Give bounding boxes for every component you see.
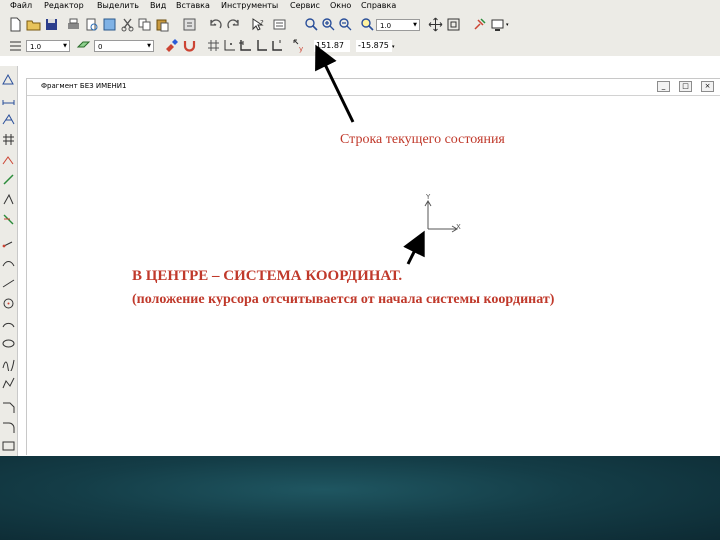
coordinate-system-note: (положение курсора отсчитывается от нача… — [132, 292, 555, 307]
round-icon[interactable] — [270, 38, 285, 53]
zoom-in-icon[interactable] — [321, 17, 336, 32]
cut-icon[interactable] — [120, 17, 135, 32]
measure-icon[interactable] — [1, 172, 16, 187]
undo-icon[interactable] — [208, 17, 223, 32]
cursor-coordinates-icon[interactable]: y — [292, 38, 307, 53]
toolbar-options-icon[interactable]: ▾ — [506, 22, 514, 30]
close-button[interactable]: × — [701, 81, 714, 92]
layer-value: 0 — [98, 43, 103, 51]
menu-editor[interactable]: Редактор — [44, 1, 84, 10]
chevron-down-icon[interactable]: ▼ — [145, 41, 153, 51]
line-style-value: 1.0 — [30, 43, 42, 51]
svg-text:?: ? — [260, 19, 264, 27]
ortho-icon[interactable] — [238, 38, 253, 53]
svg-text:y: y — [299, 45, 303, 53]
properties-icon[interactable] — [102, 17, 117, 32]
rebuild-icon[interactable] — [472, 17, 487, 32]
cursor-x-field[interactable]: 151.87 — [314, 40, 350, 52]
manager-icon[interactable] — [272, 17, 287, 32]
menu-bar: Файл Редактор Выделить Вид Вставка Инстр… — [0, 0, 720, 14]
circle-icon[interactable] — [1, 296, 16, 311]
line-style-select[interactable]: 1.0 ▼ — [26, 40, 70, 52]
zoom-scale-select[interactable]: 1.0 ▼ — [376, 19, 420, 31]
document-title: Фрагмент БЕЗ ИМЕНИ1 — [41, 82, 127, 90]
menu-window[interactable]: Окно — [330, 1, 351, 10]
notation-icon[interactable] — [1, 112, 16, 127]
minimize-button[interactable]: _ — [657, 81, 670, 92]
line-style-icon[interactable] — [8, 38, 23, 53]
arc-icon[interactable] — [1, 316, 16, 331]
auxiliary-line-icon[interactable] — [1, 276, 16, 291]
rectangle-icon[interactable] — [1, 438, 16, 453]
print-preview-icon[interactable] — [84, 17, 99, 32]
layer-select[interactable]: 0 ▼ — [94, 40, 154, 52]
y-axis-label: Y — [426, 193, 431, 201]
point-icon[interactable] — [1, 236, 16, 251]
menu-service[interactable]: Сервис — [290, 1, 320, 10]
toolbar-options-icon[interactable]: ▾ — [392, 44, 400, 52]
spline-icon[interactable] — [1, 356, 16, 371]
menu-insert[interactable]: Вставка — [176, 1, 210, 10]
geometry-icon[interactable] — [1, 72, 16, 87]
cursor-y-field[interactable]: -15.875 — [356, 40, 392, 52]
parametrize-icon[interactable] — [1, 152, 16, 167]
paste-icon[interactable] — [155, 17, 170, 32]
standard-toolbar: ? 1.0 ▼ ▾ — [0, 14, 720, 36]
snap-icon[interactable] — [254, 38, 269, 53]
chevron-down-icon[interactable]: ▼ — [411, 20, 419, 30]
zoom-fit-icon[interactable] — [360, 17, 375, 32]
chevron-down-icon[interactable]: ▼ — [61, 41, 69, 51]
x-axis-label: X — [456, 223, 461, 231]
help-pointer-icon[interactable]: ? — [250, 17, 265, 32]
chamfer-icon[interactable] — [1, 400, 16, 415]
zoom-out-icon[interactable] — [338, 17, 353, 32]
document-title-bar: Фрагмент БЕЗ ИМЕНИ1 _ □ × — [27, 79, 720, 96]
edit-icon[interactable] — [1, 132, 16, 147]
layer-icon[interactable] — [76, 38, 91, 53]
menu-select[interactable]: Выделить — [97, 1, 139, 10]
open-folder-icon[interactable] — [26, 17, 41, 32]
copy-icon[interactable] — [137, 17, 152, 32]
zoom-icon[interactable] — [304, 17, 319, 32]
menu-view[interactable]: Вид — [150, 1, 166, 10]
status-bar-annotation: Строка текущего состояния — [340, 132, 505, 147]
new-document-icon[interactable] — [8, 17, 23, 32]
zoom-scale-value: 1.0 — [380, 22, 392, 30]
select-icon[interactable] — [1, 192, 16, 207]
menu-file[interactable]: Файл — [10, 1, 32, 10]
show-all-icon[interactable] — [446, 17, 461, 32]
grid-icon[interactable] — [206, 38, 221, 53]
pan-icon[interactable] — [428, 17, 443, 32]
menu-tools[interactable]: Инструменты — [221, 1, 278, 10]
toolbar-gap — [0, 56, 720, 66]
segment-icon[interactable] — [1, 256, 16, 271]
display-icon[interactable] — [490, 17, 505, 32]
spec-icon[interactable] — [1, 212, 16, 227]
format-painter-icon[interactable] — [182, 17, 197, 32]
ellipse-icon[interactable] — [1, 336, 16, 351]
fillet-icon[interactable] — [1, 420, 16, 435]
coordinate-system-heading: В ЦЕНТРЕ – СИСТЕМА КООРДИНАТ. — [132, 268, 403, 284]
polyline-icon[interactable] — [1, 376, 16, 391]
menu-help[interactable]: Справка — [361, 1, 396, 10]
redo-icon[interactable] — [226, 17, 241, 32]
dimensions-icon[interactable] — [1, 92, 16, 107]
print-icon[interactable] — [66, 17, 81, 32]
slide-background-band — [0, 456, 720, 540]
current-state-toolbar: 1.0 ▼ 0 ▼ y 151.87 -15.875 ▾ — [0, 36, 720, 56]
maximize-button[interactable]: □ — [679, 81, 692, 92]
local-cs-icon[interactable] — [222, 38, 237, 53]
color-icon[interactable] — [164, 38, 179, 53]
save-icon[interactable] — [44, 17, 59, 32]
magnet-icon[interactable] — [182, 38, 197, 53]
compact-toolbar — [0, 66, 18, 456]
